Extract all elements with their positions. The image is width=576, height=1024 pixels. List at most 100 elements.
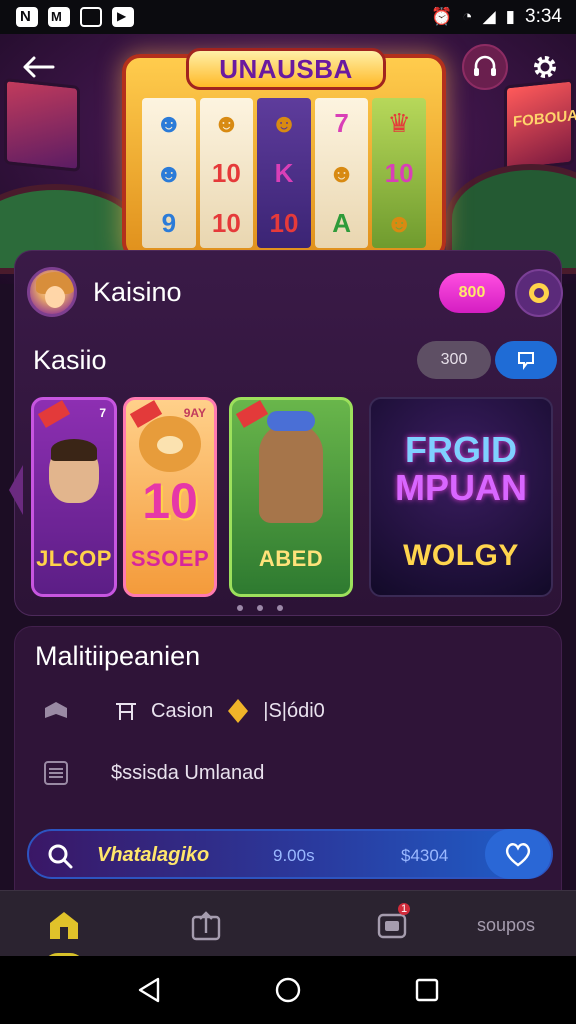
heart-check-icon [505,843,531,867]
nav-messages[interactable]: 1 [372,903,412,945]
system-navigation [0,956,576,1024]
reel-symbol: 10 [211,158,241,188]
carousel-prev-arrow[interactable] [9,465,23,515]
list-item-label: Casion [151,699,214,722]
recents-square-icon[interactable] [412,975,442,1005]
search-bar[interactable]: Vhatalagiko 9.00s $4304 [27,829,553,879]
right-sign-text: FOBOUA [513,106,576,131]
section-header: Kasiio 300 [33,339,557,381]
game-card[interactable]: ABED [229,397,353,597]
profile-name: Kaisino [93,276,182,307]
search-action-button[interactable] [485,829,551,879]
reel-symbol: 9 [161,208,177,238]
shield-icon [41,696,71,726]
man-face-icon [49,439,99,503]
search-value-1: 9.00s [273,846,315,865]
carousel-dot[interactable] [257,605,263,611]
table-icon [111,696,141,726]
reel-symbol: ☻ [270,108,298,138]
carousel-dots [237,605,283,611]
card-label: JLCOP [36,546,112,571]
search-text: Vhatalagiko [97,844,210,866]
slot-reels: ☻ ☻ 9 ☻ 10 10 ☻ K 10 7 ☻ A ♛ 10 ☻ [142,98,426,248]
reel-4: 7 ☻ A [314,98,369,248]
home-circle-icon[interactable] [273,975,303,1005]
coin-button[interactable] [515,269,563,317]
card-line-2: MPUAN [395,467,527,508]
reel-symbol: K [274,158,294,188]
home-icon [50,912,78,939]
upload-icon [191,911,221,941]
carousel-dot[interactable] [237,605,243,611]
back-arrow-icon [23,56,55,78]
coin-balance-button[interactable]: 800 [439,273,505,313]
card-corner-label: 7 [99,406,106,420]
wifi-icon: ◔ [462,7,473,26]
search-icon [47,843,73,874]
search-value-2: $4304 [401,846,449,865]
chat-button[interactable] [495,341,557,379]
system-icons: ⏰ ◔ ◢ ▮ 3:34 [431,6,562,28]
notification-icons [16,7,134,27]
back-triangle-icon[interactable] [134,975,164,1005]
settings-button[interactable] [522,44,568,90]
main-panel: Kaisino 800 Kasiio 300 7 JLCOP 9AY 10 SS… [9,250,563,616]
messenger-icon [48,7,70,27]
chat-bubble-icon [518,352,534,370]
count-pill[interactable]: 300 [417,341,491,379]
app-n-icon [16,7,38,27]
game-carousel: 7 JLCOP 9AY 10 SSOEP ABED FRGID MPUAN WO… [27,397,553,597]
nav-more[interactable]: soupos [470,905,542,945]
card-label: ABED [258,546,324,571]
clock: 3:34 [525,6,562,27]
slot-machine[interactable]: UNAUSBA ☻ ☻ 9 ☻ 10 10 ☻ K 10 7 ☻ A ♛ 10 … [122,48,446,260]
reel-symbol: ☻ [212,108,241,138]
headset-icon [474,55,496,76]
reel-symbol: 10 [269,208,299,238]
reel-symbol: ☻ [155,108,183,138]
game-card[interactable]: 9AY 10 SSOEP [123,397,217,597]
battery-icon: ▮ [505,7,516,26]
bear-icon [259,411,323,523]
back-button[interactable] [14,44,62,90]
hero-banner: FOBOUA UNAUSBA ☻ ☻ 9 ☻ 10 10 ☻ K 10 7 ☻ [0,34,576,284]
list-item[interactable]: Casion |S|ódi0 [41,691,325,731]
reel-symbol: 10 [211,208,241,238]
nav-home[interactable] [42,905,86,969]
signal-icon: ◢ [482,7,496,26]
diamond-icon [223,696,253,726]
game-card[interactable]: FRGID MPUAN WOLGY [369,397,553,597]
list-icon [41,758,71,788]
nav-upload[interactable] [186,905,226,945]
slot-title: UNAUSBA [186,48,386,90]
list-item[interactable]: $ssisda Umlanad [41,753,264,793]
game-card[interactable]: 7 JLCOP [31,397,117,597]
avatar[interactable] [27,267,77,317]
coin-icon [529,283,549,303]
left-slot-screen [4,78,80,172]
right-slot-screen: FOBOUA [504,78,576,172]
notification-badge: 1 [398,903,411,915]
profile-row: Kaisino 800 [27,265,563,319]
card-line-1: FRGID [405,429,517,471]
reel-symbol: 7 [334,108,349,138]
reel-symbol: ☻ [155,158,183,188]
list-item-value: |S|ódi0 [263,699,325,722]
support-button[interactable] [462,44,508,90]
reel-3: ☻ K 10 [257,98,311,248]
panel-title: Malitiipeanien [35,641,201,671]
reel-2: ☻ 10 10 [199,98,254,248]
section-title: Kasiio [33,344,107,375]
video-icon [112,7,134,27]
reel-symbol: ☻ [327,158,356,188]
lion-icon [139,416,201,472]
card-label: SSOEP [130,546,210,571]
alarm-icon: ⏰ [431,7,453,26]
carousel-dot[interactable] [277,605,283,611]
card-art: FRGID MPUAN [371,399,551,539]
reel-symbol: ♛ [387,108,411,138]
reel-symbol: 10 [384,158,414,188]
status-bar: ⏰ ◔ ◢ ▮ 3:34 [0,0,576,34]
reel-symbol: A [332,208,351,238]
reel-5: ♛ 10 ☻ [372,98,426,248]
